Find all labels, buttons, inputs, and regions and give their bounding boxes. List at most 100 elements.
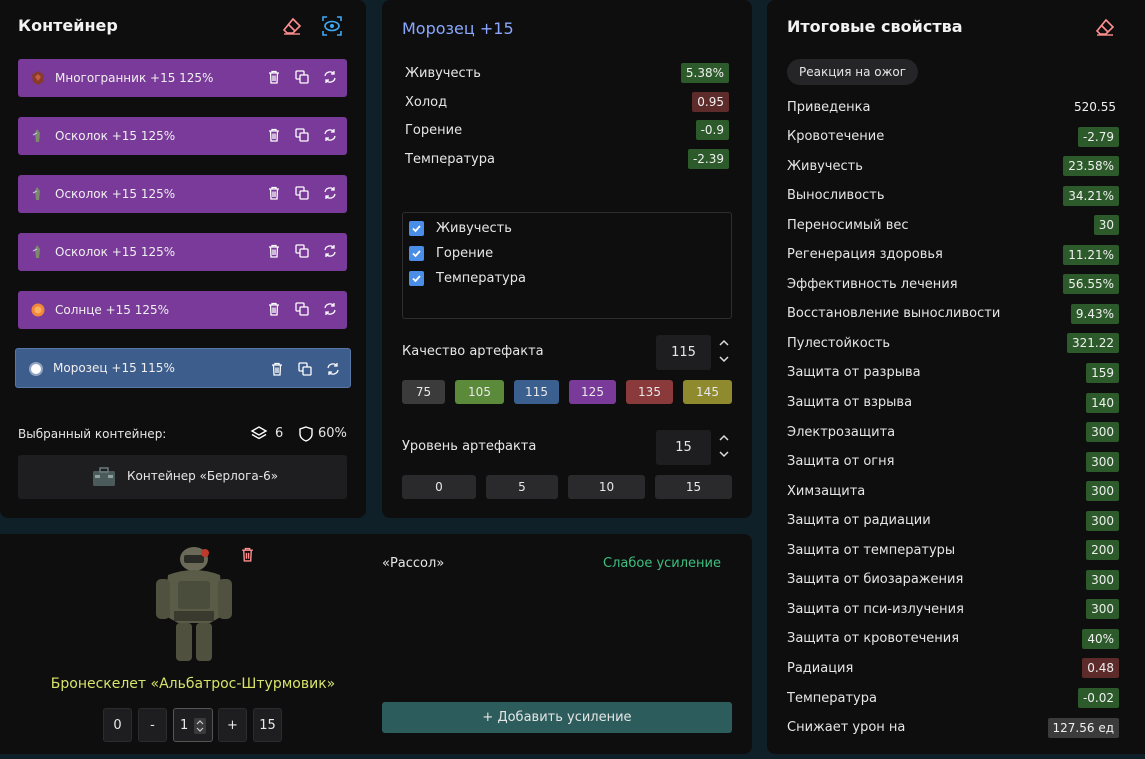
- trash-icon[interactable]: [267, 301, 281, 317]
- total-value: 127.56 ед: [1047, 717, 1119, 738]
- eye-scan-icon[interactable]: [320, 14, 344, 38]
- refresh-icon[interactable]: [323, 301, 337, 317]
- total-value: 30: [1093, 215, 1119, 236]
- sun-icon: [30, 302, 46, 318]
- eraser-icon[interactable]: [1094, 16, 1116, 38]
- spinner-icon[interactable]: [194, 718, 206, 734]
- total-name: Химзащита: [787, 483, 866, 499]
- container-item-label: Осколок +15 125%: [55, 129, 176, 143]
- container-item-label: Многогранник +15 125%: [55, 71, 214, 85]
- refresh-icon[interactable]: [323, 243, 337, 259]
- total-name: Защита от пси-излучения: [787, 601, 964, 617]
- checkbox-row[interactable]: Живучесть: [409, 221, 512, 236]
- quality-option[interactable]: 145: [683, 380, 732, 404]
- total-row: Радиация 0.48: [787, 656, 1119, 680]
- trash-icon[interactable]: [267, 69, 281, 85]
- refresh-icon[interactable]: [323, 69, 337, 85]
- stat-name: Холод: [405, 94, 448, 110]
- protection-value: 60%: [318, 426, 347, 441]
- reaction-chip[interactable]: Реакция на ожог: [787, 59, 919, 85]
- checkbox-checked-icon[interactable]: [409, 221, 424, 236]
- artifact-title: Морозец +15: [402, 19, 514, 38]
- container-item[interactable]: Осколок +15 125%: [18, 233, 347, 271]
- total-value: 300: [1086, 451, 1119, 472]
- total-row: Защита от взрыва 140: [787, 391, 1119, 415]
- total-value: 0.48: [1082, 658, 1119, 679]
- trash-icon[interactable]: [270, 361, 284, 377]
- level-stepper-icon[interactable]: [717, 433, 731, 461]
- quality-option[interactable]: 105: [455, 380, 504, 404]
- level-label: Уровень артефакта: [402, 439, 537, 454]
- total-name: Защита от температуры: [787, 542, 956, 558]
- copy-icon[interactable]: [298, 361, 312, 377]
- total-value: 520.55: [1074, 100, 1116, 114]
- trash-icon[interactable]: [267, 185, 281, 201]
- copy-icon[interactable]: [295, 185, 309, 201]
- container-name-box[interactable]: Контейнер «Берлога-6»: [18, 455, 347, 499]
- quality-option[interactable]: 135: [626, 380, 673, 404]
- total-value: 300: [1086, 422, 1119, 443]
- copy-icon[interactable]: [295, 69, 309, 85]
- refresh-icon[interactable]: [323, 127, 337, 143]
- total-name: Приведенка: [787, 99, 871, 115]
- stepper-value-input[interactable]: 1: [173, 708, 213, 742]
- trash-icon[interactable]: [267, 127, 281, 143]
- stat-name: Горение: [405, 122, 463, 138]
- quality-option[interactable]: 75: [402, 380, 445, 404]
- stepper-min[interactable]: 0: [103, 708, 132, 742]
- quality-stepper-icon[interactable]: [717, 338, 731, 366]
- container-item-selected[interactable]: Морозец +15 115%: [15, 348, 351, 388]
- slots-count: 6: [275, 426, 284, 441]
- total-value: 34.21%: [1063, 185, 1119, 206]
- checkbox-checked-icon[interactable]: [409, 271, 424, 286]
- total-value: -2.79: [1077, 126, 1119, 147]
- total-row: Защита от кровотечения 40%: [787, 627, 1119, 651]
- trash-icon[interactable]: [267, 243, 281, 259]
- refresh-icon[interactable]: [326, 361, 340, 377]
- level-option[interactable]: 0: [402, 475, 476, 499]
- total-name: Эффективность лечения: [787, 276, 958, 292]
- container-item[interactable]: Многогранник +15 125%: [18, 59, 347, 97]
- upgrade-tag: «Рассол»: [382, 556, 445, 571]
- trash-icon[interactable]: [239, 546, 255, 562]
- add-upgrade-button[interactable]: + Добавить усиление: [382, 702, 732, 733]
- container-name: Контейнер «Берлога-6»: [127, 469, 279, 483]
- total-row: Восстановление выносливости 9.43%: [787, 302, 1119, 326]
- level-option[interactable]: 15: [655, 475, 732, 499]
- shard-icon: [30, 128, 46, 144]
- copy-icon[interactable]: [295, 127, 309, 143]
- refresh-icon[interactable]: [323, 185, 337, 201]
- upgrade-strength: Слабое усиление: [603, 556, 721, 571]
- copy-icon[interactable]: [295, 243, 309, 259]
- total-row: Приведенка 520.55: [787, 95, 1119, 119]
- total-row: Живучесть 23.58%: [787, 154, 1119, 178]
- stepper-minus-button[interactable]: -: [138, 708, 167, 742]
- total-row: Защита от биозаражения 300: [787, 568, 1119, 592]
- quality-option[interactable]: 125: [569, 380, 616, 404]
- checkbox-row[interactable]: Температура: [409, 271, 526, 286]
- total-name: Снижает урон на: [787, 720, 906, 736]
- level-option[interactable]: 5: [486, 475, 558, 499]
- eraser-icon[interactable]: [281, 15, 303, 37]
- container-item[interactable]: Осколок +15 125%: [18, 117, 347, 155]
- container-item[interactable]: Солнце +15 125%: [18, 291, 347, 329]
- artifact-stat-row: Живучесть 5.38%: [405, 62, 729, 84]
- container-item[interactable]: Осколок +15 125%: [18, 175, 347, 213]
- quality-option[interactable]: 115: [514, 380, 559, 404]
- container-item-label: Осколок +15 125%: [55, 187, 176, 201]
- total-value: 300: [1086, 510, 1119, 531]
- checkbox-row[interactable]: Горение: [409, 246, 493, 261]
- checkbox-checked-icon[interactable]: [409, 246, 424, 261]
- level-option[interactable]: 10: [568, 475, 645, 499]
- stepper-max[interactable]: 15: [253, 708, 282, 742]
- stepper-plus-button[interactable]: +: [218, 708, 247, 742]
- armor-name: Бронескелет «Альбатрос-Штурмовик»: [50, 676, 336, 692]
- copy-icon[interactable]: [295, 301, 309, 317]
- quality-input[interactable]: 115: [656, 335, 711, 370]
- totals-title: Итоговые свойства: [787, 17, 963, 36]
- total-row: Защита от радиации 300: [787, 509, 1119, 533]
- level-input[interactable]: 15: [656, 430, 711, 465]
- total-row: Электрозащита 300: [787, 420, 1119, 444]
- total-row: Защита от разрыва 159: [787, 361, 1119, 385]
- total-value: 40%: [1082, 628, 1119, 649]
